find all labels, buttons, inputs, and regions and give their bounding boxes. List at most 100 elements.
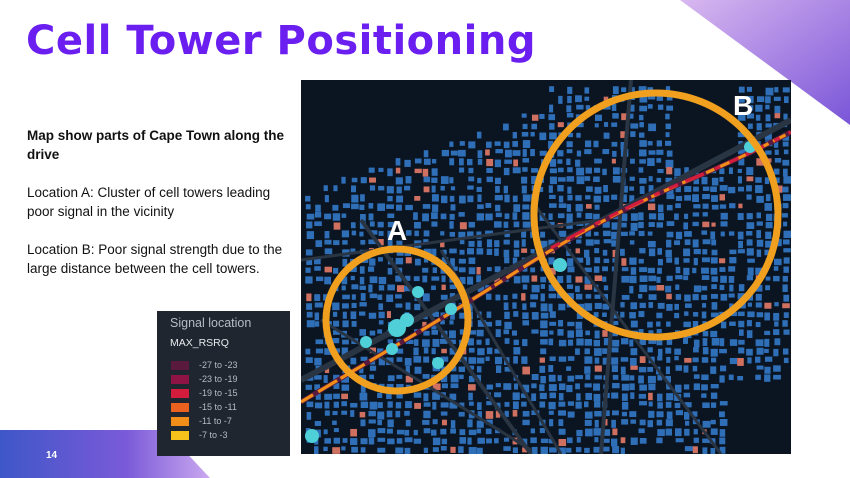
building-block: [530, 131, 535, 137]
building-block: [639, 248, 646, 254]
building-block: [594, 348, 602, 356]
building-block: [548, 293, 557, 299]
building-block: [764, 374, 771, 382]
building-block: [342, 294, 350, 300]
building-block: [314, 357, 322, 366]
building-block: [693, 204, 701, 209]
building-block: [531, 312, 539, 320]
building-block: [692, 293, 699, 301]
building-block: [522, 312, 529, 319]
building-block: [396, 429, 405, 435]
building-block: [737, 186, 745, 192]
building-block: [675, 266, 681, 274]
building-block: [495, 365, 502, 373]
building-block: [459, 249, 465, 255]
building-block: [729, 203, 736, 209]
building-block: [692, 212, 700, 217]
building-block: [656, 437, 663, 444]
building-block: [630, 131, 636, 137]
building-block: [306, 293, 312, 302]
building-block: [630, 348, 638, 356]
building-block: [359, 231, 364, 237]
building-block: [314, 312, 320, 321]
building-block: [729, 257, 737, 264]
building-block: [324, 266, 332, 273]
building-block: [377, 294, 383, 300]
building-block: [539, 392, 547, 400]
building-block: [747, 258, 755, 263]
building-block: [486, 176, 493, 183]
building-block: [639, 267, 648, 273]
building-block: [639, 149, 647, 157]
building-block: [539, 401, 546, 408]
building-block: [306, 311, 313, 318]
building-block: [656, 312, 663, 319]
legend-item: -7 to -3: [171, 428, 238, 442]
building-block: [765, 285, 770, 291]
building-block: [584, 284, 593, 290]
building-block: [729, 357, 738, 365]
building-block: [701, 311, 707, 319]
building-block: [495, 329, 501, 338]
building-block: [701, 374, 709, 381]
building-block: [342, 339, 349, 345]
building-block: [602, 266, 608, 272]
building-block: [557, 150, 564, 157]
building-block: [521, 132, 529, 137]
building-block: [693, 437, 699, 443]
building-block: [369, 365, 377, 371]
building-block: [486, 141, 492, 148]
building-block: [395, 410, 401, 418]
building-block: [783, 248, 791, 253]
building-block: [774, 302, 779, 307]
building-block: [629, 312, 636, 319]
building-block: [746, 176, 754, 182]
building-block: [629, 285, 634, 294]
building-block: [441, 438, 448, 445]
building-block: [719, 419, 728, 426]
building-block: [305, 348, 311, 355]
building-block: [342, 438, 348, 443]
building-block: [440, 428, 447, 435]
building-block: [332, 204, 339, 211]
building-block: [468, 141, 476, 149]
building-block: [621, 383, 629, 391]
building-block: [341, 446, 346, 451]
building-block: [432, 267, 438, 273]
building-block: [629, 383, 635, 391]
building-block: [611, 122, 618, 127]
building-block: [612, 150, 617, 157]
building-block: [639, 132, 645, 138]
building-block: [576, 132, 581, 138]
building-block: [377, 221, 384, 228]
building-block: [684, 311, 689, 316]
building-block: [557, 375, 562, 382]
building-block: [458, 212, 465, 217]
building-block: [566, 366, 572, 371]
building-block: [639, 105, 648, 112]
building-block: [710, 330, 718, 338]
legend-swatch: [171, 430, 189, 440]
building-block: [782, 239, 790, 245]
building-block: [774, 321, 779, 327]
building-block: [549, 419, 554, 427]
building-block: [612, 428, 618, 436]
building-block: [567, 356, 575, 361]
building-block: [630, 392, 635, 399]
building-block: [567, 375, 575, 382]
building-block: [639, 401, 647, 406]
building-block: [593, 383, 600, 391]
building-block: [530, 249, 535, 254]
building-block: [458, 366, 466, 372]
building-block: [414, 230, 419, 237]
building-block: [656, 222, 664, 228]
building-block: [575, 195, 582, 201]
building-block: [414, 258, 421, 266]
building-block: [783, 312, 789, 318]
building-block: [593, 266, 600, 273]
building-block: [611, 141, 618, 147]
building-block: [512, 140, 518, 147]
building-block: [594, 410, 602, 417]
building-block: [467, 437, 472, 445]
building-block: [386, 428, 393, 434]
